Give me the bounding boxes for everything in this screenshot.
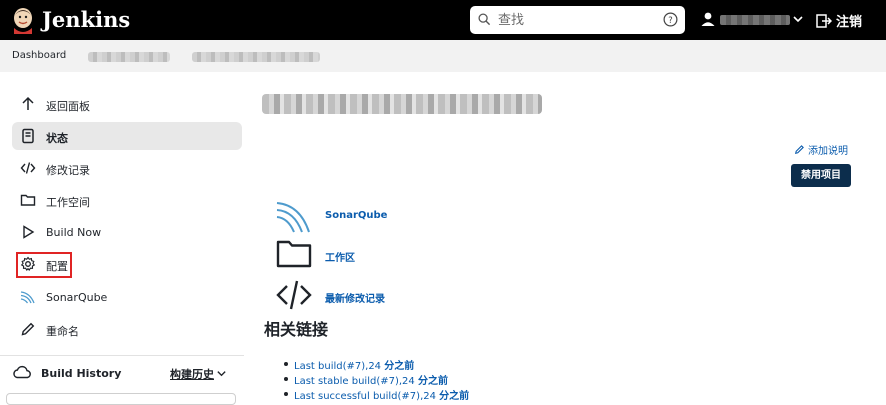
logout-button[interactable]: 注销 xyxy=(816,11,862,30)
play-icon xyxy=(23,225,35,239)
chevron-down-icon[interactable] xyxy=(216,368,227,379)
svg-text:?: ? xyxy=(668,15,672,25)
jenkins-logo-icon[interactable] xyxy=(10,6,36,34)
folder-icon xyxy=(276,240,312,268)
code-icon xyxy=(276,280,312,310)
sidebar-item-label: 状态 xyxy=(46,132,68,145)
help-icon[interactable]: ? xyxy=(663,12,678,27)
link-workspace[interactable]: 工作区 xyxy=(276,236,355,272)
build-history-filter[interactable] xyxy=(6,393,236,405)
sidebar-item-build-now[interactable]: Build Now xyxy=(12,218,242,246)
link-label[interactable]: 工作区 xyxy=(325,249,355,264)
sidebar-item-rename[interactable]: 重命名 xyxy=(12,315,242,343)
sonarqube-icon xyxy=(276,202,310,233)
sidebar-item-label: 工作空间 xyxy=(46,196,90,209)
top-bar: Jenkins ? 注销 xyxy=(0,0,886,40)
add-description-label: 添加说明 xyxy=(808,146,848,157)
sidebar-item-label: SonarQube xyxy=(46,291,108,304)
arrow-up-icon xyxy=(22,96,34,110)
user-name-redacted[interactable] xyxy=(720,15,790,25)
related-link-last-build[interactable]: Last build(#7),24 分之前 xyxy=(284,357,469,372)
breadcrumb-item-redacted[interactable] xyxy=(192,52,320,62)
highlight-box xyxy=(16,252,72,278)
code-icon xyxy=(20,162,36,174)
sonarqube-icon xyxy=(20,291,35,304)
breadcrumb-item-redacted[interactable] xyxy=(88,52,170,62)
link-sonarqube[interactable]: SonarQube xyxy=(276,198,387,234)
logout-icon xyxy=(816,13,832,28)
document-icon xyxy=(22,128,34,144)
related-link-last-stable-build[interactable]: Last stable build(#7),24 分之前 xyxy=(284,372,469,387)
link-recent-changes[interactable]: 最新修改记录 xyxy=(276,277,385,313)
brand-title[interactable]: Jenkins xyxy=(42,7,130,32)
breadcrumb-dashboard[interactable]: Dashboard xyxy=(12,50,66,61)
link-label[interactable]: SonarQube xyxy=(325,210,387,221)
search-input[interactable] xyxy=(498,10,648,30)
disable-project-button[interactable]: 禁用项目 xyxy=(791,164,851,187)
add-description-link[interactable]: 添加说明 xyxy=(794,142,848,157)
pencil-icon xyxy=(21,322,35,336)
breadcrumb: Dashboard xyxy=(0,40,886,72)
logout-label: 注销 xyxy=(836,15,863,30)
search-box[interactable]: ? xyxy=(470,6,685,34)
link-label[interactable]: 最新修改记录 xyxy=(325,290,385,305)
sidebar-item-sonarqube[interactable]: SonarQube xyxy=(12,283,242,311)
sidebar-item-changes[interactable]: 修改记录 xyxy=(12,154,242,182)
sidebar-item-label: 修改记录 xyxy=(46,164,90,177)
build-trend-link[interactable]: 构建历史 xyxy=(170,366,214,382)
sidebar-item-back-to-dashboard[interactable]: 返回面板 xyxy=(12,90,242,118)
related-links-list: Last build(#7),24 分之前 Last stable build(… xyxy=(284,357,469,402)
user-icon[interactable] xyxy=(700,11,716,27)
sidebar-item-workspace[interactable]: 工作空间 xyxy=(12,186,242,214)
related-links-heading: 相关链接 xyxy=(264,320,329,339)
build-history-header[interactable]: Build History 构建历史 xyxy=(0,355,244,387)
pencil-icon xyxy=(794,145,804,155)
chevron-down-icon[interactable] xyxy=(792,13,804,25)
cloud-icon xyxy=(13,365,31,379)
sidebar-item-label: Build Now xyxy=(46,226,102,239)
build-history-label: Build History xyxy=(41,367,122,380)
sidebar-item-label: 返回面板 xyxy=(46,100,90,113)
sidebar-item-label: 重命名 xyxy=(46,325,79,338)
page-title-redacted xyxy=(262,94,542,114)
folder-icon xyxy=(20,194,36,206)
sidebar-item-status[interactable]: 状态 xyxy=(12,122,242,150)
search-icon xyxy=(478,13,491,26)
